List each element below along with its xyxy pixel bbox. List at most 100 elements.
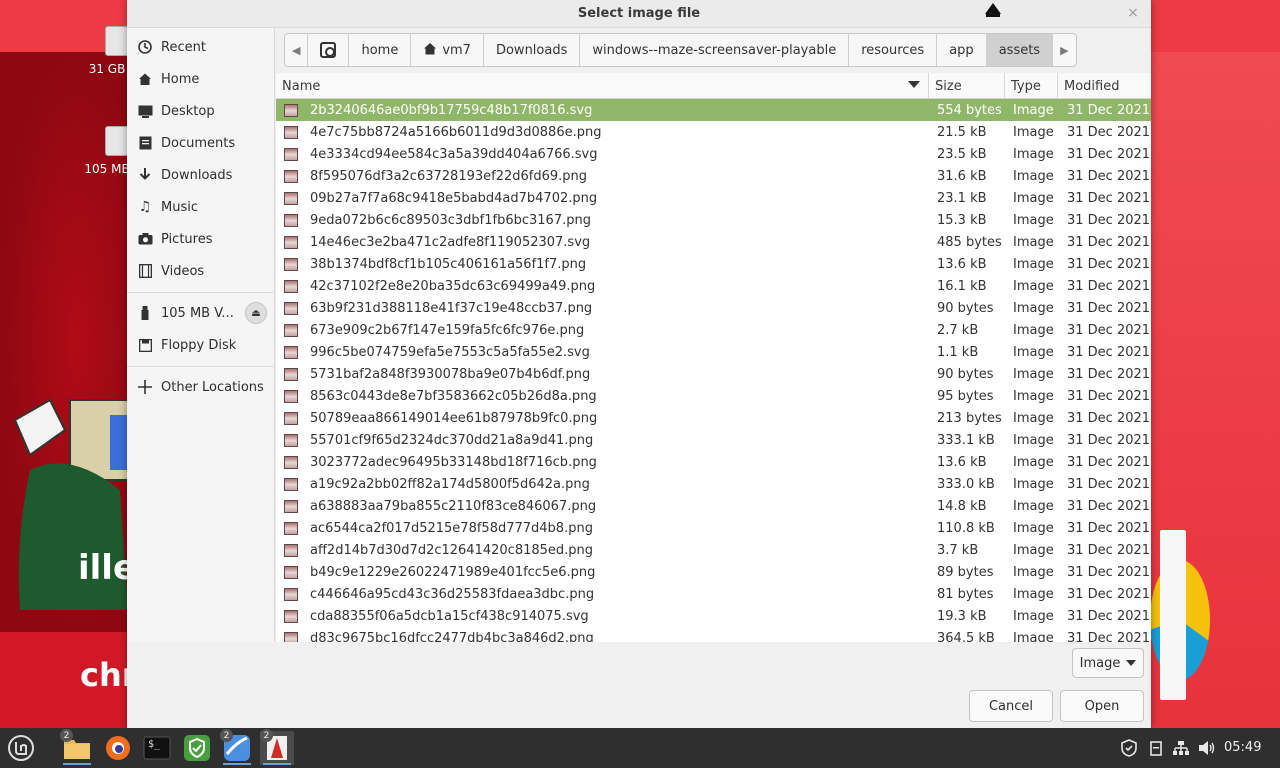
file-type-cell: Image [1005, 187, 1058, 209]
image-file-icon [284, 147, 298, 161]
crumb-label: app [949, 42, 974, 58]
taskbar-maze-app[interactable]: 2 [260, 729, 294, 765]
clock[interactable]: 05:49 [1224, 740, 1261, 755]
crumb-label: vm7 [442, 42, 471, 58]
file-modified: 31 Dec 2021 [1067, 520, 1151, 536]
image-file-icon [284, 213, 298, 227]
sidebar-item-home[interactable]: Home [127, 64, 275, 94]
file-type: Image [1013, 630, 1054, 643]
dialog-titlebar[interactable]: Select image file × [127, 0, 1151, 28]
file-size-cell: 213 bytes [929, 407, 1005, 429]
file-row[interactable]: 42c37102f2e8e20ba35dc63c69499a49.png 16.1… [276, 275, 1151, 297]
column-header-type[interactable]: Type [1005, 73, 1058, 99]
column-header-size[interactable]: Size [929, 73, 1005, 99]
file-row[interactable]: 63b9f231d388118e41f37c19e48ccb37.png 90 b… [276, 297, 1151, 319]
column-header-modified[interactable]: Modified [1058, 73, 1151, 99]
file-size: 23.1 kB [937, 190, 987, 206]
path-crumb-assets[interactable]: assets [986, 34, 1054, 66]
tray-clipboard-icon[interactable] [1146, 728, 1166, 768]
taskbar-update-manager[interactable] [180, 731, 214, 765]
sidebar-item-downloads[interactable]: Downloads [127, 160, 275, 190]
eject-icon[interactable]: ⏏ [245, 302, 267, 324]
open-button[interactable]: Open [1060, 690, 1144, 722]
file-type: Image [1013, 608, 1054, 624]
path-crumb-home[interactable]: home [349, 34, 412, 66]
file-modified: 31 Dec 2021 [1067, 608, 1151, 624]
close-icon[interactable]: × [1125, 5, 1141, 21]
sidebar-item-usb[interactable]: 105 MB V... ⏏ [127, 298, 275, 328]
taskbar-firefox[interactable] [101, 731, 135, 765]
tray-volume-icon[interactable] [1196, 728, 1218, 768]
file-row[interactable]: 996c5be074759efa5e7553c5a5fa55e2.svg 1.1 … [276, 341, 1151, 363]
file-modified-cell: 31 Dec 2021 [1058, 473, 1151, 495]
file-modified-cell: 31 Dec 2021 [1058, 341, 1151, 363]
file-size: 16.1 kB [937, 278, 987, 294]
sidebar-item-documents[interactable]: Documents [127, 128, 275, 158]
file-row[interactable]: 09b27a7f7a68c9418e5babd4ad7b4702.png 23.1… [276, 187, 1151, 209]
path-crumb-resources[interactable]: resources [849, 34, 938, 66]
sidebar-item-other-locations[interactable]: Other Locations [127, 372, 275, 402]
file-row[interactable]: a638883aa79ba855c2110f83ce846067.png 14.8… [276, 495, 1151, 517]
file-modified: 31 Dec 2021 [1067, 322, 1151, 338]
file-type: Image [1013, 322, 1054, 338]
sidebar-item-pictures[interactable]: Pictures [127, 224, 275, 254]
cancel-button[interactable]: Cancel [969, 690, 1053, 722]
file-row[interactable]: 673e909c2b67f147e159fa5fc6fc976e.png 2.7 … [276, 319, 1151, 341]
path-back-button[interactable]: ◀ [285, 34, 309, 66]
file-row[interactable]: ac6544ca2f017d5215e78f58d777d4b8.png 110.… [276, 517, 1151, 539]
file-row[interactable]: c446646a95cd43c36d25583fdaea3dbc.png 81 b… [276, 583, 1151, 605]
file-size-cell: 89 bytes [929, 561, 1005, 583]
file-row[interactable]: 50789eaa866149014ee61b87978b9fc0.png 213 … [276, 407, 1151, 429]
tray-network-icon[interactable] [1170, 728, 1192, 768]
path-crumb-downloads[interactable]: Downloads [484, 34, 581, 66]
file-size: 110.8 kB [937, 520, 995, 536]
file-row[interactable]: 8f595076df3a2c63728193ef22d6fd69.png 31.6… [276, 165, 1151, 187]
file-row[interactable]: 3023772adec96495b33148bd18f716cb.png 13.6… [276, 451, 1151, 473]
file-type-filter[interactable]: Image [1072, 648, 1144, 678]
file-row[interactable]: 5731baf2a848f3930078ba9e07b4b6df.png 90 b… [276, 363, 1151, 385]
file-name-cell: 8f595076df3a2c63728193ef22d6fd69.png [276, 165, 929, 187]
path-crumb-maze[interactable]: windows--maze-screensaver-playable [580, 34, 850, 66]
file-row[interactable]: aff2d14b7d30d7d2c12641420c8185ed.png 3.7 … [276, 539, 1151, 561]
path-crumb-vm7[interactable]: vm7 [411, 34, 484, 66]
file-row[interactable]: 9eda072b6c6c89503c3dbf1fb6bc3167.png 15.3… [276, 209, 1151, 231]
file-row[interactable]: 4e7c75bb8724a5166b6011d9d3d0886e.png 21.5… [276, 121, 1151, 143]
sidebar-item-desktop[interactable]: Desktop [127, 96, 275, 126]
taskbar-terminal[interactable]: $_ [140, 731, 174, 765]
file-row[interactable]: b49c9e1229e26022471989e401fcc5e6.png 89 b… [276, 561, 1151, 583]
file-row[interactable]: a19c92a2bb02ff82a174d5800f5d642a.png 333.… [276, 473, 1151, 495]
column-header-name[interactable]: Name [276, 73, 929, 99]
taskbar-nemo[interactable]: 2 [220, 729, 254, 765]
file-row[interactable]: 8563c0443de8e7bf3583662c05b26d8a.png 95 b… [276, 385, 1151, 407]
file-row[interactable]: 2b3240646ae0bf9b17759c48b17f0816.svg 554 … [276, 99, 1151, 121]
camera-icon [137, 231, 153, 247]
file-modified-cell: 31 Dec 2021 [1058, 385, 1151, 407]
file-type-cell: Image [1005, 495, 1058, 517]
file-modified: 31 Dec 2021 [1067, 124, 1151, 140]
image-file-icon [284, 235, 298, 249]
sidebar-item-music[interactable]: ♫ Music [127, 192, 275, 222]
sidebar-item-videos[interactable]: Videos [127, 256, 275, 286]
file-row[interactable]: 38b1374bdf8cf1b105c406161a56f1f7.png 13.6… [276, 253, 1151, 275]
path-crumb-app[interactable]: app [937, 34, 987, 66]
file-size-cell: 364.5 kB [929, 627, 1005, 643]
file-size: 90 bytes [937, 300, 994, 316]
file-row[interactable]: 4e3334cd94ee584c3a5a39dd404a6766.svg 23.5… [276, 143, 1151, 165]
file-size: 81 bytes [937, 586, 994, 602]
file-row[interactable]: d83c9675bc16dfcc2477db4bc3a846d2.png 364.… [276, 627, 1151, 642]
menu-button[interactable] [4, 731, 38, 765]
path-forward-button[interactable]: ▶ [1053, 34, 1075, 66]
sidebar-item-recent[interactable]: Recent [127, 32, 275, 62]
file-size: 15.3 kB [937, 212, 987, 228]
sidebar-item-floppy[interactable]: Floppy Disk [127, 330, 275, 360]
sidebar-item-label: Pictures [161, 231, 213, 247]
tray-shield-icon[interactable] [1118, 728, 1140, 768]
window-count-badge: 2 [220, 729, 233, 742]
file-row[interactable]: 55701cf9f65d2324dc370dd21a8a9d41.png 333.… [276, 429, 1151, 451]
file-type: Image [1013, 146, 1054, 162]
path-root-button[interactable] [308, 34, 350, 66]
file-row[interactable]: 14e46ec3e2ba471c2adfe8f119052307.svg 485 … [276, 231, 1151, 253]
file-row[interactable]: cda88355f06a5dcb1a15cf438c914075.svg 19.3… [276, 605, 1151, 627]
image-file-icon [284, 257, 298, 271]
taskbar-files-app[interactable]: 2 [60, 729, 94, 765]
